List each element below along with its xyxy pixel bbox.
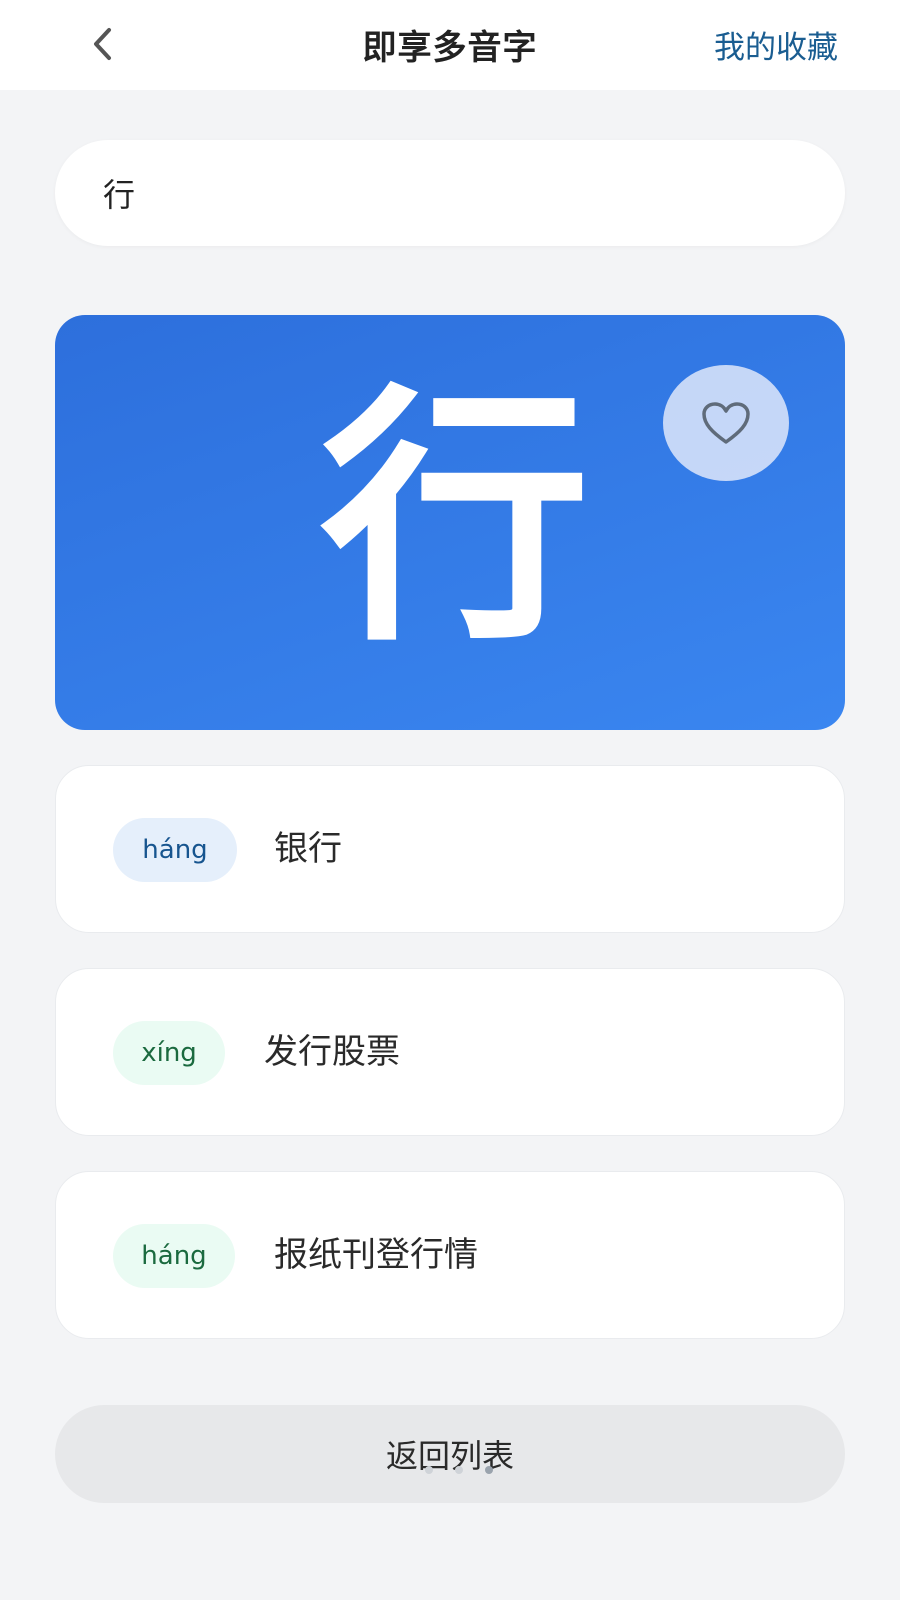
favorite-button[interactable] bbox=[663, 365, 789, 481]
heart-icon bbox=[702, 402, 750, 444]
example-word: 报纸刊登行情 bbox=[274, 1235, 478, 1275]
pronunciation-card[interactable]: xíng 发行股票 bbox=[55, 968, 845, 1136]
search-input[interactable] bbox=[101, 173, 845, 213]
pinyin-badge: háng bbox=[113, 818, 237, 882]
top-bar: 即享多音字 我的收藏 bbox=[0, 0, 900, 90]
page-dot-active bbox=[485, 1466, 493, 1474]
page-indicator bbox=[0, 1466, 900, 1474]
pronunciation-card[interactable]: háng 银行 bbox=[55, 765, 845, 933]
page-dot bbox=[425, 1466, 433, 1474]
pinyin-badge: háng bbox=[113, 1224, 235, 1288]
example-word: 发行股票 bbox=[264, 1032, 400, 1072]
chevron-left-icon bbox=[94, 28, 111, 60]
pinyin-badge: xíng bbox=[113, 1021, 225, 1085]
return-to-list-button[interactable]: 返回列表 bbox=[55, 1405, 845, 1503]
page-dot bbox=[455, 1466, 463, 1474]
my-favorites-link[interactable]: 我的收藏 bbox=[714, 22, 838, 67]
back-button[interactable] bbox=[80, 22, 124, 66]
app-root: 即享多音字 我的收藏 行 háng 银行 xíng 发行股票 háng 报纸刊登… bbox=[0, 0, 900, 1600]
pronunciation-card[interactable]: háng 报纸刊登行情 bbox=[55, 1171, 845, 1339]
example-word: 银行 bbox=[274, 829, 342, 869]
search-box[interactable] bbox=[55, 140, 845, 246]
character-card: 行 bbox=[55, 315, 845, 730]
